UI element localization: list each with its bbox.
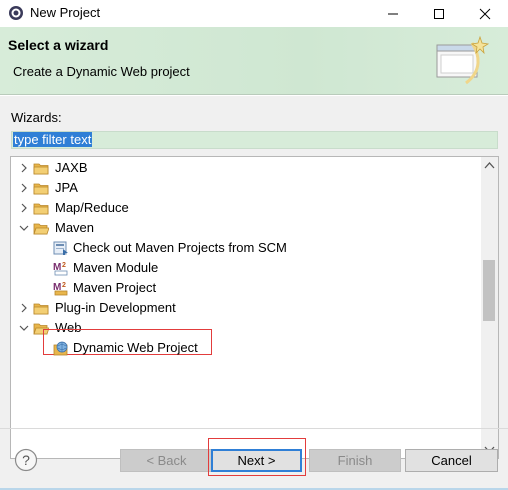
next-button[interactable]: Next > <box>211 449 302 472</box>
tree-item-label: Check out Maven Projects from SCM <box>73 240 287 255</box>
maven-project-icon: M2 <box>53 282 68 296</box>
cancel-button[interactable]: Cancel <box>405 449 498 472</box>
chevron-down-icon <box>19 225 29 231</box>
chevron-right-icon <box>21 203 27 213</box>
header-description: Create a Dynamic Web project <box>13 64 190 79</box>
tree-item-label: JAXB <box>55 160 88 175</box>
header-title: Select a wizard <box>8 37 109 53</box>
back-button[interactable]: < Back <box>120 449 213 472</box>
close-icon <box>479 8 491 20</box>
tree-item-label: Plug-in Development <box>55 300 176 315</box>
wizard-filter-input[interactable]: type filter text <box>11 131 498 149</box>
wizard-banner-icon <box>436 35 490 85</box>
wizards-label: Wizards: <box>11 110 62 125</box>
svg-text:2: 2 <box>62 262 66 269</box>
folder-open-icon <box>33 223 49 235</box>
tree-item-label: Maven Project <box>73 280 157 295</box>
chevron-right-icon <box>21 183 27 193</box>
chevron-down-icon <box>19 325 29 331</box>
window-title: New Project <box>30 5 101 20</box>
minimize-icon <box>388 13 398 15</box>
web-project-icon <box>53 341 68 356</box>
folder-icon <box>33 183 49 195</box>
wizard-content: Wizards: type filter text JAXB JPA Map/R… <box>0 96 508 490</box>
finish-button[interactable]: Finish <box>309 449 401 472</box>
minimize-button[interactable] <box>370 0 416 27</box>
tree-item-label: Maven Module <box>73 260 159 275</box>
tree-vertical-scrollbar[interactable] <box>481 157 498 458</box>
tree-item-label: Map/Reduce <box>55 200 129 215</box>
scroll-up-icon[interactable] <box>481 157 498 174</box>
wizards-tree[interactable]: JAXB JPA Map/Reduce Maven Check out Mave… <box>10 156 499 459</box>
footer-separator <box>0 428 508 429</box>
tree-item-label: Dynamic Web Project <box>73 340 198 355</box>
scm-checkout-icon <box>53 241 68 255</box>
svg-text:?: ? <box>22 452 30 468</box>
eclipse-gear-icon <box>9 6 23 20</box>
folder-icon <box>33 203 49 215</box>
chevron-right-icon <box>21 303 27 313</box>
scroll-thumb[interactable] <box>483 260 495 321</box>
maximize-button[interactable] <box>416 0 462 27</box>
close-button[interactable] <box>462 0 508 27</box>
chevron-right-icon <box>21 163 27 173</box>
tree-item-label: Maven <box>55 220 95 235</box>
title-bar: New Project <box>0 0 508 27</box>
svg-text:2: 2 <box>62 282 66 289</box>
folder-icon <box>33 303 49 315</box>
folder-icon <box>33 163 49 175</box>
maven-module-icon: M2 <box>53 262 68 276</box>
wizard-header: Select a wizard Create a Dynamic Web pro… <box>0 27 508 95</box>
filter-text: type filter text <box>13 132 93 147</box>
tree-item-label: JPA <box>55 180 78 195</box>
help-icon[interactable]: ? <box>14 448 38 472</box>
maximize-icon <box>434 9 444 19</box>
